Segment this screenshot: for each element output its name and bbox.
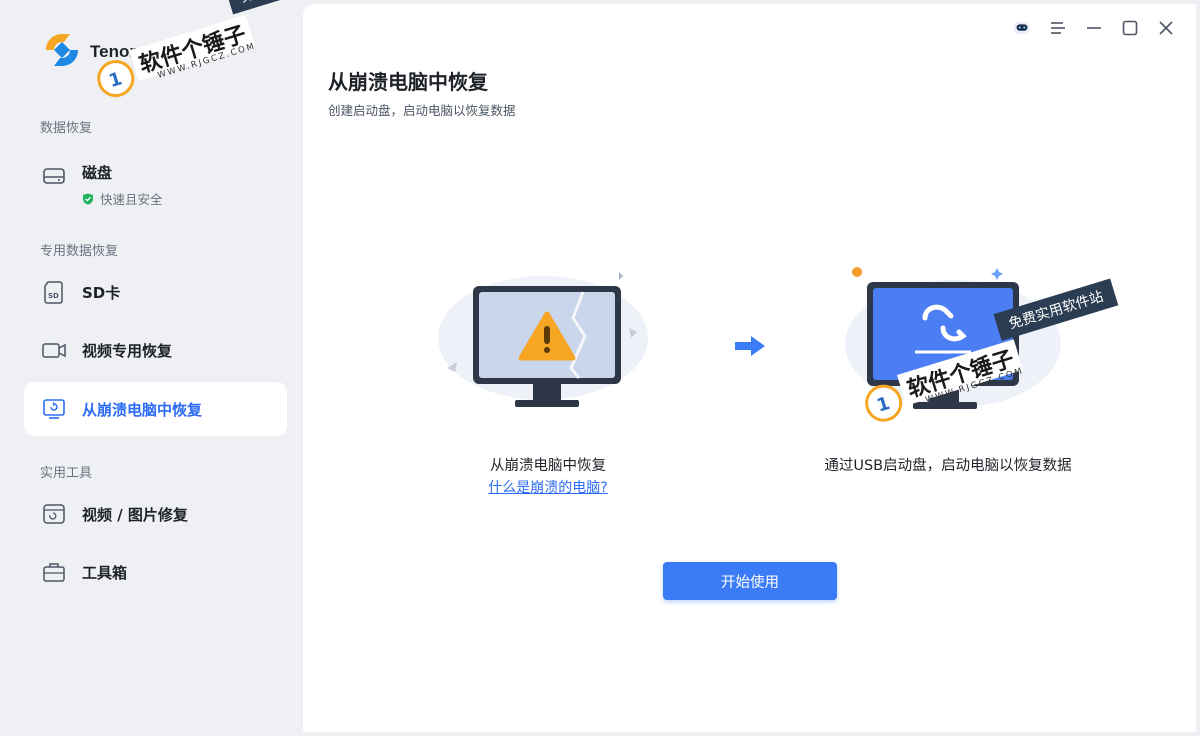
sidebar-item-media-repair[interactable]: 视频 / 图片修复 bbox=[24, 487, 287, 541]
sidebar-item-disk[interactable]: 磁盘 快速且安全 bbox=[24, 148, 287, 214]
svg-text:SD: SD bbox=[48, 292, 59, 300]
maximize-button[interactable] bbox=[1120, 18, 1140, 38]
crashed-computer-icon bbox=[40, 395, 68, 423]
sidebar-item-video-recovery[interactable]: 视频专用恢复 bbox=[24, 323, 287, 377]
sd-card-icon: SD bbox=[40, 278, 68, 306]
page-title: 从崩溃电脑中恢复 bbox=[328, 70, 488, 94]
sidebar-item-toolbox[interactable]: 工具箱 bbox=[24, 545, 287, 599]
close-button[interactable] bbox=[1156, 18, 1176, 38]
shield-check-icon bbox=[83, 193, 93, 204]
toolbox-icon bbox=[40, 558, 68, 586]
sidebar: Tenorshare 数据恢复 磁盘 快速且安全 专用数据恢复 SD SD卡 bbox=[0, 0, 303, 736]
watermark-band-text: 免费实用软件站 bbox=[224, 0, 350, 15]
video-camera-icon bbox=[40, 336, 68, 364]
menu-button[interactable] bbox=[1048, 18, 1068, 38]
close-icon bbox=[1159, 21, 1173, 35]
sidebar-item-label: SD卡 bbox=[82, 283, 121, 302]
sidebar-item-sd-card[interactable]: SD SD卡 bbox=[24, 265, 287, 319]
disk-status-text: 快速且安全 bbox=[100, 192, 163, 207]
app-window: Tenorshare 数据恢复 磁盘 快速且安全 专用数据恢复 SD SD卡 bbox=[0, 0, 1200, 736]
tenorshare-logo-icon bbox=[46, 34, 78, 66]
page-subtitle: 创建启动盘，启动电脑以恢复数据 bbox=[328, 103, 516, 118]
left-caption: 从崩溃电脑中恢复 bbox=[490, 458, 606, 474]
assistant-bot-button[interactable] bbox=[1012, 18, 1032, 38]
sidebar-item-label: 工具箱 bbox=[82, 563, 128, 582]
window-controls bbox=[1012, 18, 1176, 38]
robot-icon bbox=[1013, 21, 1031, 35]
sidebar-item-label: 视频 / 图片修复 bbox=[82, 505, 188, 524]
minimize-button[interactable] bbox=[1084, 18, 1104, 38]
start-button[interactable]: 开始使用 bbox=[663, 562, 837, 600]
section-title-utilities: 实用工具 bbox=[40, 466, 93, 481]
disk-status: 快速且安全 bbox=[82, 189, 163, 208]
menu-icon bbox=[1051, 22, 1065, 34]
arrow-right-icon bbox=[735, 336, 765, 356]
sidebar-item-label: 磁盘 bbox=[82, 164, 113, 182]
section-title-data-recovery: 数据恢复 bbox=[40, 121, 93, 136]
minimize-icon bbox=[1087, 27, 1101, 29]
section-title-special-recovery: 专用数据恢复 bbox=[40, 244, 119, 259]
crashed-computer-illustration bbox=[438, 272, 648, 407]
sidebar-item-label: 视频专用恢复 bbox=[82, 341, 173, 360]
sidebar-item-label: 从崩溃电脑中恢复 bbox=[82, 400, 203, 419]
what-is-crashed-computer-link[interactable]: 什么是崩溃的电脑? bbox=[463, 477, 633, 497]
right-caption: 通过USB启动盘，启动电脑以恢复数据 bbox=[824, 458, 1072, 474]
maximize-icon bbox=[1122, 20, 1138, 36]
hard-drive-icon bbox=[40, 162, 68, 190]
sidebar-item-crashed-computer[interactable]: 从崩溃电脑中恢复 bbox=[24, 382, 287, 436]
media-repair-icon bbox=[40, 500, 68, 528]
